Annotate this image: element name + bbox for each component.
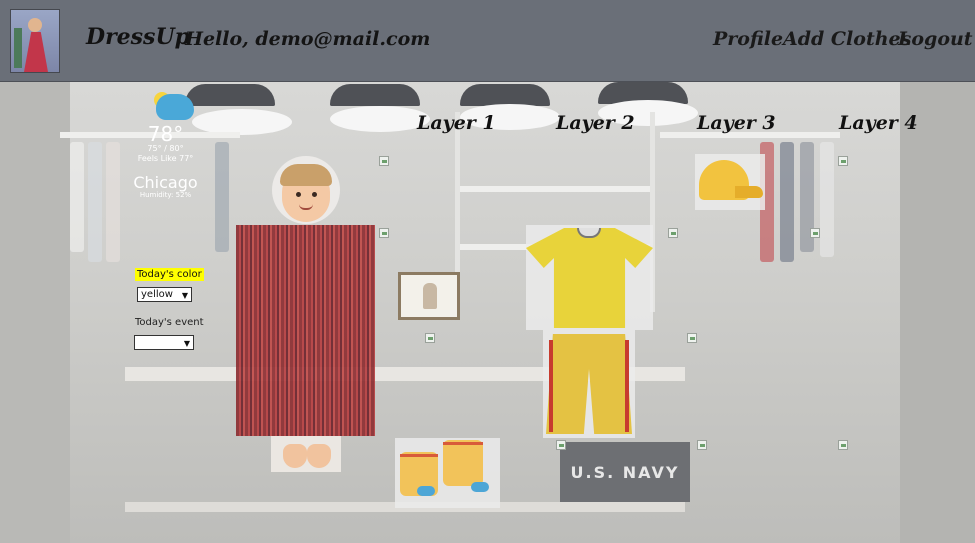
hanging-garment bbox=[215, 142, 229, 252]
nav-add-clothes[interactable]: Add Clothes bbox=[783, 28, 911, 50]
picture-frame bbox=[398, 272, 460, 320]
yellow-tshirt-card[interactable] bbox=[526, 225, 653, 330]
color-select[interactable]: yellow ▼ bbox=[137, 287, 192, 302]
image-placeholder-icon[interactable] bbox=[687, 333, 697, 343]
yellow-cap-card[interactable] bbox=[695, 154, 765, 210]
chevron-down-icon: ▼ bbox=[181, 291, 188, 300]
cloud-icon bbox=[156, 94, 194, 120]
socks-card[interactable] bbox=[395, 438, 500, 508]
image-placeholder-icon[interactable] bbox=[379, 228, 389, 238]
image-placeholder-icon[interactable] bbox=[838, 440, 848, 450]
event-select[interactable]: ▼ bbox=[134, 335, 194, 350]
image-placeholder-icon[interactable] bbox=[838, 156, 848, 166]
image-placeholder-icon[interactable] bbox=[379, 156, 389, 166]
avatar-feet bbox=[271, 436, 341, 472]
app-header: DressUp Hello, demo@mail.com Profile Add… bbox=[0, 0, 975, 82]
layer-1-tab[interactable]: Layer 1 bbox=[417, 112, 496, 134]
chevron-down-icon: ▼ bbox=[183, 339, 190, 348]
ceiling-lamp bbox=[330, 84, 420, 106]
todays-color-label: Today's color bbox=[135, 268, 204, 281]
weather-range: 75° / 80° bbox=[147, 144, 184, 153]
tshirt-icon bbox=[526, 228, 653, 328]
image-placeholder-icon[interactable] bbox=[556, 440, 566, 450]
layer-4-tab[interactable]: Layer 4 bbox=[839, 112, 918, 134]
navy-sign: U.S. NAVY bbox=[560, 442, 690, 502]
nav-logout[interactable]: Logout bbox=[898, 28, 973, 50]
hanging-garment bbox=[820, 142, 834, 257]
weather-temperature: 78° bbox=[147, 122, 184, 146]
hanging-garment bbox=[70, 142, 84, 252]
layer-2-tab[interactable]: Layer 2 bbox=[556, 112, 635, 134]
user-greeting: Hello, demo@mail.com bbox=[185, 28, 431, 50]
image-placeholder-icon[interactable] bbox=[810, 228, 820, 238]
brand-title[interactable]: DressUp bbox=[86, 24, 190, 50]
worn-striped-dress[interactable] bbox=[236, 225, 375, 436]
weather-widget: 78° 75° / 80° Feels Like 77° Chicago Hum… bbox=[118, 90, 213, 200]
layer-3-tab[interactable]: Layer 3 bbox=[697, 112, 776, 134]
shorts-icon bbox=[546, 334, 632, 434]
color-select-value: yellow bbox=[141, 289, 173, 300]
ceiling-lamp bbox=[460, 84, 550, 106]
nav-profile[interactable]: Profile bbox=[713, 28, 783, 50]
image-placeholder-icon[interactable] bbox=[425, 333, 435, 343]
shelf bbox=[460, 186, 650, 192]
yellow-shorts-card[interactable] bbox=[543, 330, 635, 438]
todays-event-label: Today's event bbox=[135, 317, 204, 328]
app-logo[interactable] bbox=[10, 9, 60, 73]
left-wall bbox=[0, 82, 70, 543]
image-placeholder-icon[interactable] bbox=[668, 228, 678, 238]
right-wall bbox=[900, 82, 975, 543]
hanging-garment bbox=[88, 142, 102, 262]
avatar-head bbox=[272, 156, 340, 224]
weather-feels-like: Feels Like 77° bbox=[137, 154, 194, 163]
weather-humidity: Humidity: 52% bbox=[139, 191, 192, 199]
weather-city: Chicago bbox=[133, 173, 198, 192]
sock-icon bbox=[443, 440, 483, 486]
lamp-glow bbox=[330, 106, 430, 132]
image-placeholder-icon[interactable] bbox=[697, 440, 707, 450]
hanging-garment bbox=[780, 142, 794, 262]
